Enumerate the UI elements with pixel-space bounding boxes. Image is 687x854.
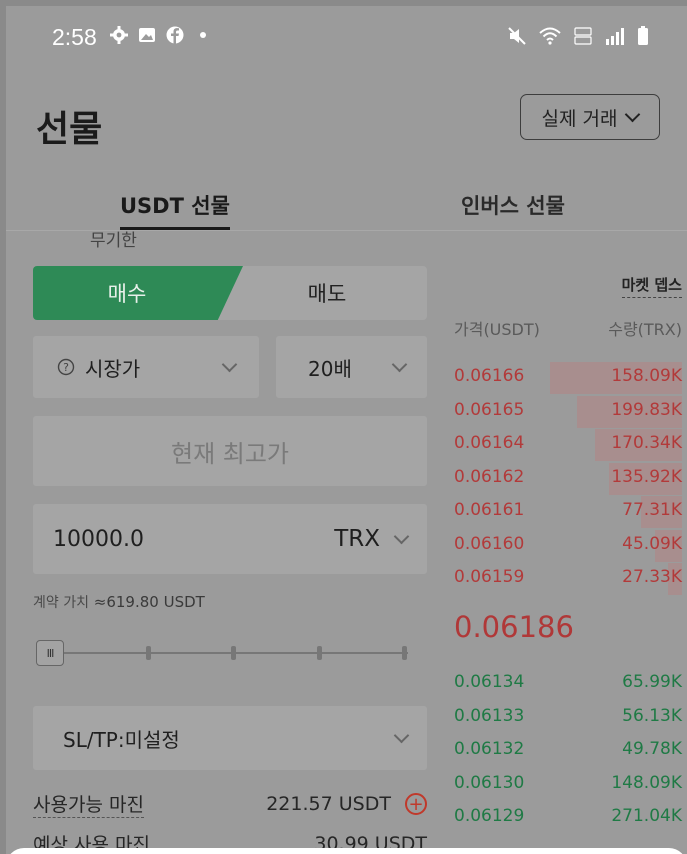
leverage-value: 20배 xyxy=(308,356,352,381)
wifi-icon xyxy=(539,27,561,45)
slider-step[interactable] xyxy=(317,646,322,660)
ask-price: 0.06166 xyxy=(454,366,525,386)
facebook-icon xyxy=(166,26,184,44)
order-type-select[interactable]: ? 시장가 xyxy=(33,336,259,398)
bid-qty: 65.99K xyxy=(622,672,682,692)
order-type-value: 시장가 xyxy=(85,356,141,381)
battery-icon xyxy=(638,26,648,45)
bid-price: 0.06134 xyxy=(454,672,525,692)
leverage-select[interactable]: 20배 xyxy=(276,336,427,398)
buy-button[interactable]: 매수 xyxy=(33,266,243,320)
price-input[interactable]: 현재 최고가 xyxy=(33,416,427,486)
qty-column-header: 수량(TRX) xyxy=(608,320,682,339)
quantity-slider[interactable]: III xyxy=(36,640,408,666)
price-column-header: 가격(USDT) xyxy=(454,320,540,339)
slider-handle-grip: III xyxy=(46,646,55,660)
clock: 2:58 xyxy=(52,24,97,50)
contract-value-amount: ≈619.80 USDT xyxy=(93,593,205,611)
ask-row[interactable]: 0.06164 170.34K xyxy=(454,429,682,461)
contract-value: 계약 가치 ≈619.80 USDT xyxy=(33,592,205,612)
quantity-unit: TRX xyxy=(334,526,380,552)
ask-row[interactable]: 0.06160 45.09K xyxy=(454,529,682,562)
market-depth-button[interactable]: 마켓 뎁스 xyxy=(621,274,682,298)
ask-qty: 199.83K xyxy=(611,399,682,420)
price-placeholder: 현재 최고가 xyxy=(170,439,290,468)
bid-row[interactable]: 0.06130 148.09K xyxy=(454,769,682,801)
ask-row[interactable]: 0.06165 199.83K xyxy=(454,395,682,428)
bid-row[interactable]: 0.06133 56.13K xyxy=(454,702,682,734)
ask-price: 0.06160 xyxy=(454,533,525,554)
tab-inverse-futures[interactable]: 인버스 선물 xyxy=(461,190,565,220)
slider-handle[interactable]: III xyxy=(36,640,64,666)
ask-row[interactable]: 0.06162 135.92K xyxy=(454,462,682,495)
ask-row[interactable]: 0.06166 158.09K xyxy=(454,362,682,394)
buy-label: 매수 xyxy=(107,282,147,306)
status-bar: 2:58 xyxy=(6,6,687,66)
available-margin-label: 사용가능 마진 xyxy=(33,790,144,818)
page-title: 선물 xyxy=(36,109,103,150)
chevron-down-icon xyxy=(393,727,410,744)
ask-row[interactable]: 0.06159 27.33K xyxy=(454,563,682,595)
settings-icon xyxy=(110,26,128,44)
bid-row[interactable]: 0.06129 271.04K xyxy=(454,802,682,834)
ask-price: 0.06162 xyxy=(454,466,525,487)
chevron-down-icon xyxy=(393,528,410,545)
trading-mode-label: 실제 거래 xyxy=(541,107,618,130)
notification-dot-icon xyxy=(200,32,206,38)
app-screen: 2:58 선물 실제 거래 USDT 선물 인버스 선물 무기한 매수 매도 ?… xyxy=(6,6,687,854)
sell-label: 매도 xyxy=(307,282,347,306)
available-margin-row: 사용가능 마진 221.57 USDT + xyxy=(33,790,427,818)
ask-price: 0.06164 xyxy=(454,433,525,453)
ask-qty: 170.34K xyxy=(611,433,682,453)
quantity-unit-select[interactable]: TRX xyxy=(334,526,410,552)
chevron-down-icon xyxy=(625,106,641,123)
sub-tab-perpetual[interactable]: 무기한 xyxy=(90,226,137,251)
bid-row[interactable]: 0.06132 49.78K xyxy=(454,735,682,767)
quantity-value: 10000.0 xyxy=(53,526,144,552)
contract-value-label: 계약 가치 xyxy=(33,595,89,611)
bid-price: 0.06133 xyxy=(454,705,525,726)
ask-qty: 158.09K xyxy=(611,366,682,386)
sltp-select[interactable]: SL/TP:미설정 xyxy=(33,706,427,770)
bid-qty: 49.78K xyxy=(622,739,682,759)
ask-price: 0.06161 xyxy=(454,500,525,520)
gallery-icon xyxy=(139,28,155,42)
bid-price: 0.06129 xyxy=(454,806,525,826)
buy-sell-toggle: 매수 매도 xyxy=(33,266,427,320)
slider-step[interactable] xyxy=(402,646,407,660)
bottom-sheet[interactable] xyxy=(6,848,687,854)
bid-price: 0.06130 xyxy=(454,772,525,793)
last-price[interactable]: 0.06186 xyxy=(454,610,574,644)
bid-price: 0.06132 xyxy=(454,739,525,759)
ask-price: 0.06165 xyxy=(454,399,525,420)
slider-step[interactable] xyxy=(231,646,236,660)
futures-tabs: USDT 선물 인버스 선물 xyxy=(6,186,687,231)
bid-row[interactable]: 0.06134 65.99K xyxy=(454,668,682,700)
chevron-down-icon xyxy=(221,356,238,373)
available-margin-value: 221.57 USDT xyxy=(266,793,391,815)
bid-qty: 148.09K xyxy=(611,772,682,793)
add-margin-icon[interactable]: + xyxy=(405,793,427,815)
signal-icon xyxy=(606,28,624,45)
quantity-input[interactable]: 10000.0 TRX xyxy=(33,504,427,574)
slider-step[interactable] xyxy=(146,646,151,660)
mute-icon xyxy=(508,27,526,45)
sell-button[interactable]: 매도 xyxy=(227,266,427,320)
help-circle-icon[interactable]: ? xyxy=(57,358,75,376)
svg-text:?: ? xyxy=(63,361,69,374)
tab-usdt-futures[interactable]: USDT 선물 xyxy=(120,190,230,230)
ask-qty: 27.33K xyxy=(622,567,682,587)
ask-price: 0.06159 xyxy=(454,567,525,587)
ask-qty: 135.92K xyxy=(611,466,682,487)
bid-qty: 271.04K xyxy=(611,806,682,826)
ask-qty: 77.31K xyxy=(622,500,682,520)
sltp-label: SL/TP:미설정 xyxy=(63,727,180,752)
trading-mode-dropdown[interactable]: 실제 거래 xyxy=(520,94,660,140)
lte-icon xyxy=(574,27,592,45)
chevron-down-icon xyxy=(391,356,408,373)
ask-qty: 45.09K xyxy=(622,533,682,554)
ask-row[interactable]: 0.06161 77.31K xyxy=(454,496,682,528)
bid-qty: 56.13K xyxy=(622,705,682,726)
